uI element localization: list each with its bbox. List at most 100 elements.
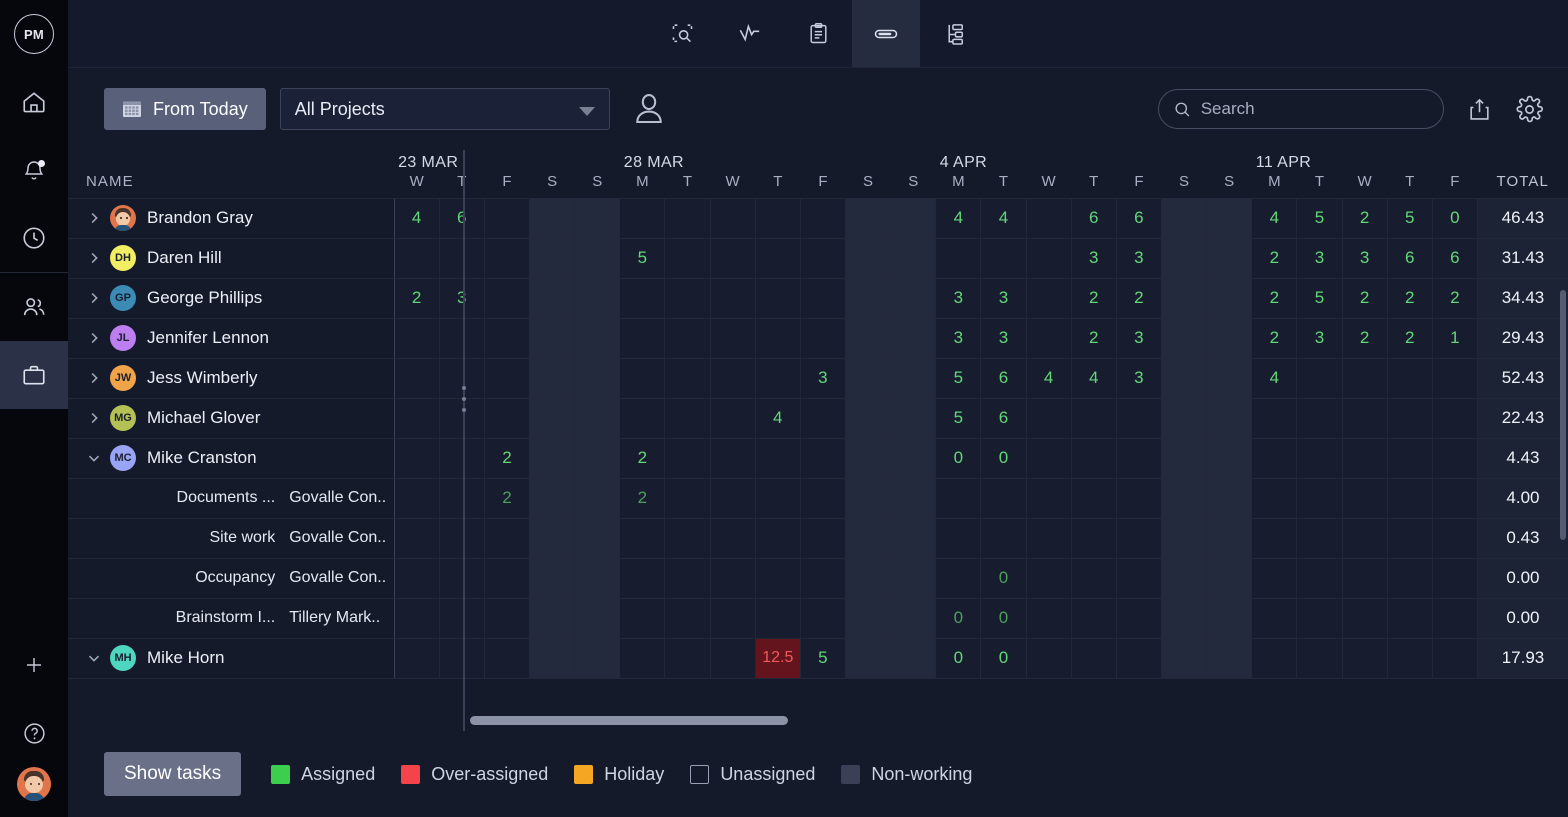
workload-cell[interactable]: 0 (936, 638, 981, 678)
workload-cell[interactable]: 3 (981, 278, 1026, 318)
search-box[interactable] (1158, 89, 1444, 129)
workload-cell[interactable] (1252, 518, 1297, 558)
workload-cell[interactable] (439, 598, 484, 638)
chevron-right-icon[interactable] (82, 329, 106, 347)
account-avatar[interactable] (17, 767, 51, 801)
workload-cell[interactable] (710, 518, 755, 558)
workload-cell[interactable] (845, 398, 890, 438)
person-row[interactable]: JWJess Wimberly356443452.43 (68, 358, 1568, 398)
workload-cell[interactable] (394, 238, 439, 278)
person-filter-button[interactable] (630, 90, 668, 128)
workload-cell[interactable] (575, 478, 620, 518)
workload-cell[interactable] (1342, 478, 1387, 518)
workload-cell[interactable] (1116, 478, 1161, 518)
workload-cell[interactable] (1116, 638, 1161, 678)
tab-activity[interactable] (716, 0, 784, 67)
workload-cell[interactable]: 2 (620, 478, 665, 518)
workload-cell[interactable] (891, 198, 936, 238)
workload-cell[interactable] (1116, 398, 1161, 438)
chevron-down-icon[interactable] (82, 449, 106, 467)
person-row[interactable]: JLJennifer Lennon33232322129.43 (68, 318, 1568, 358)
workload-cell[interactable] (530, 358, 575, 398)
workload-cell[interactable] (1207, 558, 1252, 598)
workload-cell[interactable] (1026, 318, 1071, 358)
workload-cell[interactable] (1071, 598, 1116, 638)
workload-cell[interactable] (484, 238, 529, 278)
workload-cell[interactable] (710, 318, 755, 358)
workload-cell[interactable] (484, 318, 529, 358)
tab-zoom-selection[interactable] (648, 0, 716, 67)
workload-cell[interactable] (1026, 638, 1071, 678)
workload-cell[interactable] (1432, 478, 1477, 518)
workload-cell[interactable] (439, 438, 484, 478)
workload-cell[interactable] (394, 558, 439, 598)
workload-cell[interactable] (620, 318, 665, 358)
from-today-button[interactable]: From Today (104, 88, 266, 130)
workload-cell[interactable] (1342, 438, 1387, 478)
vertical-scrollbar[interactable] (1560, 290, 1566, 540)
workload-cell[interactable]: 4 (1252, 198, 1297, 238)
workload-cell[interactable]: 3 (981, 318, 1026, 358)
workload-cell[interactable]: 6 (1116, 198, 1161, 238)
workload-cell[interactable] (1252, 558, 1297, 598)
workload-cell[interactable] (665, 438, 710, 478)
workload-cell[interactable] (1207, 198, 1252, 238)
task-row[interactable]: Site workGovalle Con..0.43 (68, 518, 1568, 558)
workload-cell[interactable] (1071, 398, 1116, 438)
workload-cell[interactable] (1387, 398, 1432, 438)
workload-cell[interactable] (845, 438, 890, 478)
workload-cell[interactable] (710, 238, 755, 278)
workload-cell[interactable] (530, 318, 575, 358)
workload-cell[interactable] (1207, 318, 1252, 358)
workload-cell[interactable]: 5 (936, 358, 981, 398)
workload-cell[interactable] (1161, 358, 1206, 398)
workload-cell[interactable]: 0 (981, 558, 1026, 598)
workload-cell[interactable] (620, 518, 665, 558)
app-logo[interactable]: PM (0, 0, 68, 68)
person-row[interactable]: Brandon Gray4644664525046.43 (68, 198, 1568, 238)
workload-cell[interactable] (845, 278, 890, 318)
add-button[interactable] (0, 631, 68, 699)
workload-cell[interactable]: 3 (1342, 238, 1387, 278)
workload-cell[interactable] (1297, 598, 1342, 638)
workload-cell[interactable] (710, 358, 755, 398)
person-row[interactable]: MHMike Horn12.550017.93 (68, 638, 1568, 678)
workload-cell[interactable] (575, 238, 620, 278)
workload-cell[interactable] (800, 278, 845, 318)
workload-cell[interactable] (575, 358, 620, 398)
workload-cell[interactable] (936, 238, 981, 278)
workload-cell[interactable] (1207, 238, 1252, 278)
workload-cell[interactable]: 5 (1297, 198, 1342, 238)
workload-cell[interactable] (530, 558, 575, 598)
workload-cell[interactable] (800, 558, 845, 598)
sidebar-item-workload[interactable] (0, 341, 68, 409)
workload-cell[interactable] (1026, 518, 1071, 558)
workload-cell[interactable] (484, 518, 529, 558)
chevron-right-icon[interactable] (82, 409, 106, 427)
workload-cell[interactable] (936, 478, 981, 518)
workload-cell[interactable]: 4 (1026, 358, 1071, 398)
sidebar-item-people[interactable] (0, 273, 68, 341)
tab-gantt[interactable] (920, 0, 988, 67)
chevron-right-icon[interactable] (82, 369, 106, 387)
workload-cell[interactable] (1116, 518, 1161, 558)
workload-cell[interactable] (1161, 478, 1206, 518)
workload-cell[interactable] (530, 438, 575, 478)
workload-cell[interactable] (1432, 438, 1477, 478)
workload-cell[interactable] (575, 518, 620, 558)
workload-cell[interactable] (394, 638, 439, 678)
workload-cell[interactable] (800, 198, 845, 238)
workload-cell[interactable] (845, 238, 890, 278)
workload-cell[interactable] (845, 358, 890, 398)
workload-cell[interactable] (1252, 438, 1297, 478)
workload-cell[interactable]: 3 (1297, 318, 1342, 358)
workload-cell[interactable] (575, 638, 620, 678)
workload-cell[interactable] (484, 398, 529, 438)
workload-cell[interactable] (1116, 598, 1161, 638)
workload-cell[interactable] (665, 558, 710, 598)
workload-cell[interactable] (755, 238, 800, 278)
workload-cell[interactable] (710, 478, 755, 518)
workload-cell[interactable] (891, 238, 936, 278)
workload-cell[interactable] (1026, 558, 1071, 598)
workload-cell[interactable]: 3 (1116, 358, 1161, 398)
